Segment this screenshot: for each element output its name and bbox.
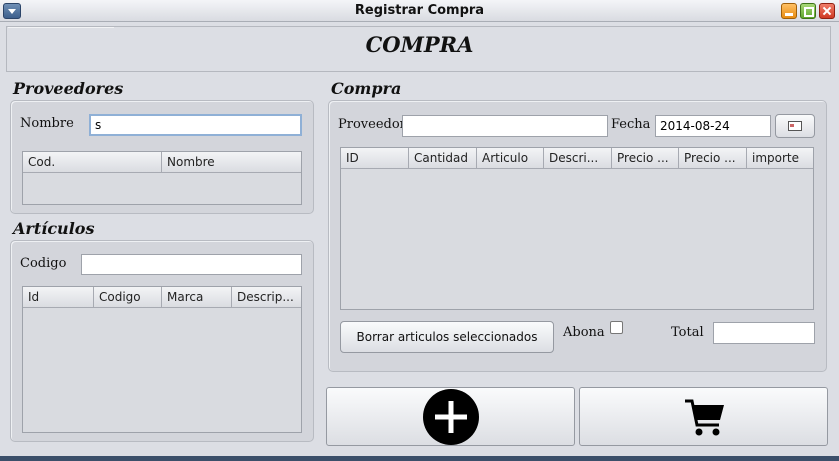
column-header[interactable]: Precio ... (612, 148, 679, 168)
proveedores-title: Proveedores (13, 79, 124, 98)
compra-table[interactable]: ID Cantidad Articulo Descri... Precio ..… (340, 147, 814, 310)
close-button[interactable] (819, 3, 835, 19)
codigo-input[interactable] (81, 254, 302, 275)
abona-label: Abona (563, 325, 605, 340)
header-divider (8, 27, 114, 29)
column-header[interactable]: Marca (162, 287, 232, 307)
page-title: COMPRA (365, 32, 474, 57)
column-header[interactable]: Cantidad (409, 148, 477, 168)
window-bottom-edge (0, 456, 839, 461)
borrar-articulos-button[interactable]: Borrar articulos seleccionados (340, 321, 554, 353)
articulos-title: Artículos (13, 219, 95, 238)
purchase-cart-button[interactable] (579, 387, 828, 446)
plus-circle-icon (423, 389, 479, 445)
abona-checkbox[interactable] (610, 321, 623, 334)
column-header[interactable]: Codigo (94, 287, 162, 307)
window-title: Registrar Compra (354, 3, 485, 18)
column-header[interactable]: Nombre (162, 152, 301, 172)
column-header[interactable]: ID (341, 148, 409, 168)
column-header[interactable]: Id (23, 287, 94, 307)
total-label: Total (671, 325, 704, 340)
column-header[interactable]: Cod. (23, 152, 162, 172)
column-header[interactable]: importe (747, 148, 813, 168)
maximize-button[interactable] (800, 3, 816, 19)
add-button[interactable] (326, 387, 575, 446)
proveedores-table-header: Cod. Nombre (23, 152, 301, 173)
column-header[interactable]: Precio ... (679, 148, 747, 168)
nombre-input[interactable] (89, 114, 302, 136)
articulos-table[interactable]: Id Codigo Marca Descrip... (22, 286, 302, 433)
codigo-label: Codigo (20, 256, 67, 271)
articulos-table-header: Id Codigo Marca Descrip... (23, 287, 301, 308)
fecha-input[interactable] (655, 115, 771, 137)
compra-table-header: ID Cantidad Articulo Descri... Precio ..… (341, 148, 813, 169)
proveedor-input[interactable] (402, 115, 608, 137)
nombre-label: Nombre (20, 116, 74, 131)
compra-title: Compra (331, 79, 402, 98)
column-header[interactable]: Descri... (544, 148, 612, 168)
calendar-button[interactable] (775, 114, 815, 138)
column-header[interactable]: Descrip... (232, 287, 301, 307)
column-header[interactable]: Articulo (477, 148, 544, 168)
proveedores-table[interactable]: Cod. Nombre (22, 151, 302, 205)
minimize-button[interactable] (781, 3, 797, 19)
fecha-label: Fecha (611, 117, 651, 132)
calendar-icon (788, 121, 802, 131)
proveedor-label: Proveedor (338, 117, 406, 132)
shopping-cart-icon (685, 399, 724, 436)
total-input[interactable] (713, 322, 815, 344)
